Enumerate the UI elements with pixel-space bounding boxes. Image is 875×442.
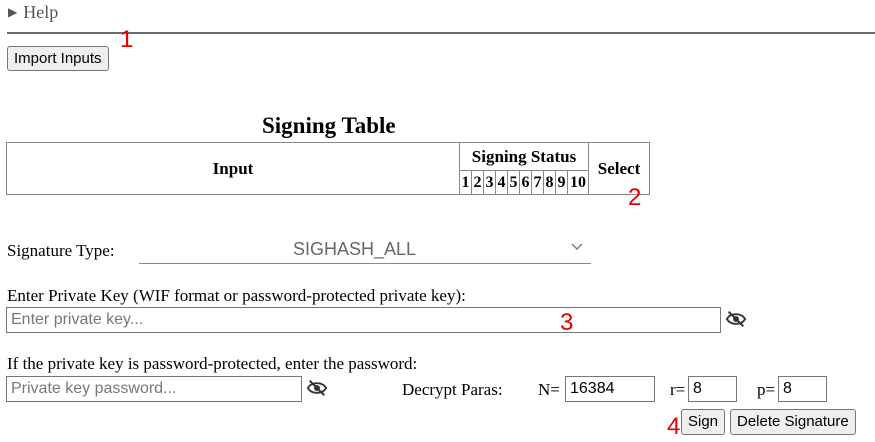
chevron-down-icon (571, 243, 583, 250)
status-number: 3 (483, 170, 496, 195)
status-number: 1 (459, 170, 472, 195)
status-number: 7 (531, 170, 544, 195)
triangle-right-icon: ▶ (8, 5, 18, 19)
status-number: 5 (507, 170, 520, 195)
p-input[interactable] (778, 376, 827, 402)
signing-table-title: Signing Table (262, 113, 396, 138)
delete-signature-button[interactable]: Delete Signature (730, 409, 856, 435)
sign-button[interactable]: Sign (681, 409, 726, 435)
eye-slash-icon[interactable] (725, 309, 747, 329)
n-input[interactable] (565, 376, 655, 402)
marker-3: 3 (560, 309, 574, 336)
password-input[interactable] (6, 376, 302, 402)
column-header-input: Input (6, 142, 460, 195)
divider (7, 32, 875, 34)
status-number: 2 (471, 170, 484, 195)
status-number: 10 (567, 170, 589, 195)
status-number: 6 (519, 170, 532, 195)
signature-type-value: SIGHASH_ALL (293, 239, 417, 259)
marker-2: 2 (628, 184, 642, 211)
r-label: r= (670, 380, 686, 399)
status-number: 4 (495, 170, 508, 195)
import-inputs-button[interactable]: Import Inputs (7, 46, 109, 71)
signing-table: Input Signing Status Select 1 2 3 4 5 6 … (6, 141, 650, 195)
marker-4: 4 (667, 413, 681, 440)
n-label: N= (538, 380, 560, 399)
private-key-label: Enter Private Key (WIF format or passwor… (7, 286, 466, 305)
help-toggle[interactable]: ▶ Help (8, 2, 58, 23)
signature-type-label: Signature Type: (7, 241, 115, 260)
column-header-signing-status: Signing Status (459, 141, 589, 172)
eye-slash-icon[interactable] (306, 378, 328, 398)
r-input[interactable] (688, 376, 737, 402)
help-label: Help (23, 2, 59, 22)
private-key-input[interactable] (6, 307, 721, 333)
marker-1: 1 (120, 26, 134, 53)
decrypt-paras-label: Decrypt Paras: (402, 380, 503, 399)
password-label: If the private key is password-protected… (7, 354, 418, 373)
status-number: 8 (543, 170, 556, 195)
signature-type-select[interactable]: SIGHASH_ALL (139, 236, 591, 264)
status-number: 9 (555, 170, 568, 195)
p-label: p= (757, 380, 776, 399)
